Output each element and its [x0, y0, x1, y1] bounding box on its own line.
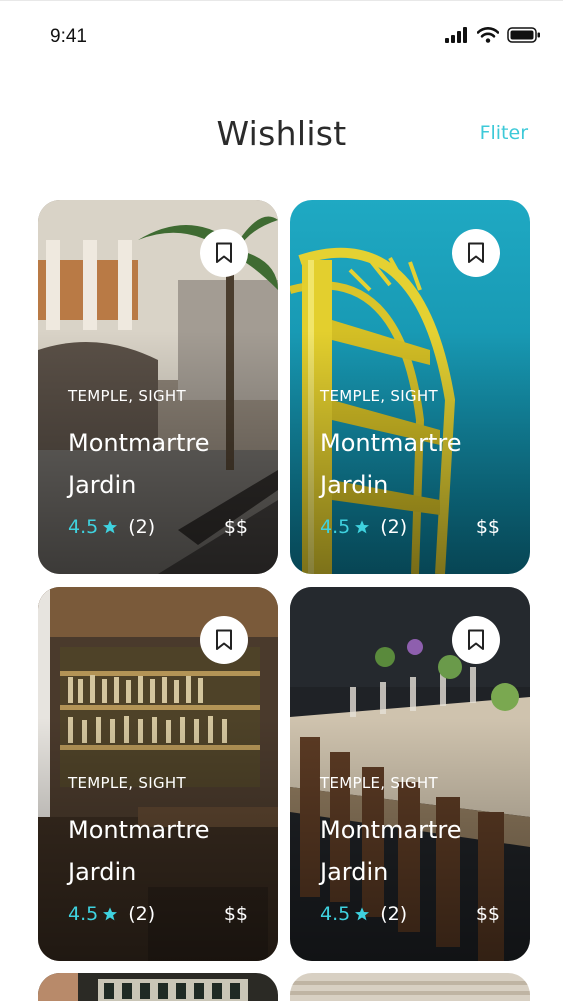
star-icon [103, 520, 118, 534]
bookmark-button[interactable] [200, 616, 248, 664]
status-bar: 9:41 [0, 1, 563, 73]
card-price: $$ [223, 903, 248, 925]
wishlist-card[interactable]: TEMPLE, SIGHT Montmartre Jardin 4.5 (2) … [290, 587, 530, 961]
page-title: Wishlist [216, 114, 347, 153]
bookmark-icon [216, 242, 232, 263]
status-icons [445, 27, 541, 43]
card-rating: 4.5 (2) [68, 903, 155, 925]
star-icon [355, 907, 370, 921]
rating-value: 4.5 [320, 516, 351, 538]
wishlist-card[interactable]: TEMPLE, SIGHT Montmartre Jardin 4.5 (2) … [290, 200, 530, 574]
battery-icon [507, 27, 540, 43]
bookmark-icon [216, 629, 232, 650]
rating-value: 4.5 [68, 903, 99, 925]
card-price: $$ [223, 516, 248, 538]
bookmark-button[interactable] [452, 616, 500, 664]
card-title: Montmartre Jardin [68, 816, 210, 886]
card-price: $$ [475, 903, 500, 925]
bookmark-button[interactable] [452, 229, 500, 277]
card-photo-wall [290, 973, 530, 1001]
card-rating: 4.5 (2) [320, 516, 407, 538]
wifi-icon [477, 27, 499, 43]
review-count: (2) [128, 903, 156, 925]
card-rating: 4.5 (2) [68, 516, 155, 538]
card-tags: TEMPLE, SIGHT [68, 387, 186, 405]
review-count: (2) [380, 903, 408, 925]
card-title: Montmartre Jardin [320, 429, 462, 499]
card-title: Montmartre Jardin [320, 816, 462, 886]
wishlist-card[interactable]: TEMPLE, SIGHT Montmartre Jardin 4.5 (2) … [38, 200, 278, 574]
card-tags: TEMPLE, SIGHT [68, 774, 186, 792]
signal-icon [445, 27, 467, 43]
status-time: 9:41 [50, 26, 87, 47]
bookmark-icon [468, 242, 484, 263]
star-icon [103, 907, 118, 921]
card-title: Montmartre Jardin [68, 429, 210, 499]
card-price: $$ [475, 516, 500, 538]
review-count: (2) [128, 516, 156, 538]
screen: 9:41 Wishlist Fliter TEMPLE, SIGHT Montm… [0, 0, 563, 1001]
wishlist-card-partial[interactable] [290, 973, 530, 1001]
bookmark-button[interactable] [200, 229, 248, 277]
rating-value: 4.5 [320, 903, 351, 925]
filter-button[interactable]: Fliter [480, 122, 528, 144]
wishlist-card[interactable]: TEMPLE, SIGHT Montmartre Jardin 4.5 (2) … [38, 587, 278, 961]
card-tags: TEMPLE, SIGHT [320, 387, 438, 405]
card-tags: TEMPLE, SIGHT [320, 774, 438, 792]
card-photo-building [38, 973, 278, 1001]
card-rating: 4.5 (2) [320, 903, 407, 925]
wishlist-card-partial[interactable] [38, 973, 278, 1001]
rating-value: 4.5 [68, 516, 99, 538]
review-count: (2) [380, 516, 408, 538]
star-icon [355, 520, 370, 534]
bookmark-icon [468, 629, 484, 650]
